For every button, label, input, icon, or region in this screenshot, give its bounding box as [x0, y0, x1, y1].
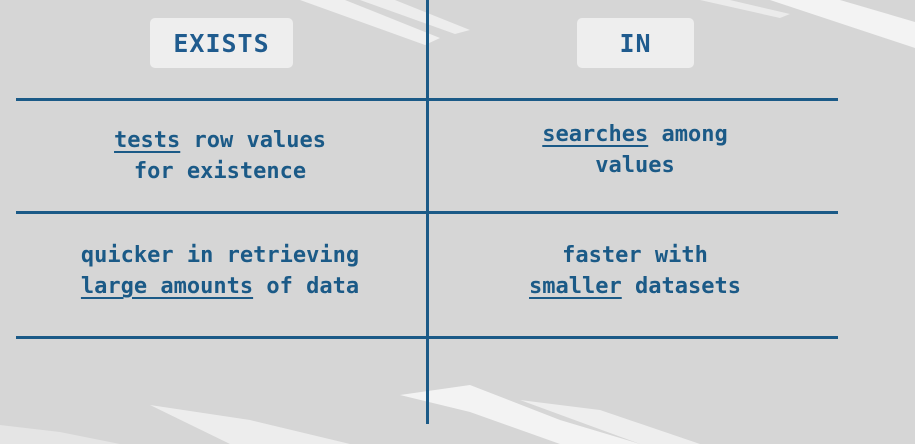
exists-row2-cell: quicker in retrieving large amounts of d…	[30, 240, 410, 302]
in-header: IN	[577, 18, 694, 68]
in-row1-keyword: searches	[542, 122, 649, 147]
in-header-label: IN	[619, 28, 652, 58]
row-divider-middle	[16, 211, 838, 214]
exists-row2-line2: large amounts of data	[30, 271, 410, 302]
in-row2-keyword: smaller	[529, 274, 622, 299]
in-row1-cell: searches among values	[440, 119, 830, 181]
in-row2-line1: faster with	[562, 243, 708, 268]
in-row2-line2: smaller datasets	[440, 271, 830, 302]
in-row1-line1: searches among	[440, 119, 830, 150]
background-brush-strokes	[0, 0, 915, 444]
in-row1-line2: values	[595, 153, 675, 178]
in-row1-line1-rest: among	[648, 122, 728, 147]
row-divider-top	[16, 98, 838, 101]
exists-row1-line1: tests row values	[30, 125, 410, 156]
exists-row1-line2: for existence	[133, 159, 307, 184]
in-row2-cell: faster with smaller datasets	[440, 240, 830, 302]
exists-row1-keyword: tests	[114, 128, 181, 153]
exists-row2-line1: quicker in retrieving	[80, 243, 360, 268]
exists-row1-cell: tests row values for existence	[30, 125, 410, 187]
row-divider-bottom	[16, 336, 838, 339]
exists-header: EXISTS	[150, 18, 293, 68]
exists-header-label: EXISTS	[173, 28, 270, 58]
exists-row2-line2-rest: of data	[253, 274, 360, 299]
exists-row2-keyword: large amounts	[80, 274, 254, 299]
exists-row1-line1-rest: row values	[180, 128, 326, 153]
in-row2-line2-rest: datasets	[621, 274, 741, 299]
